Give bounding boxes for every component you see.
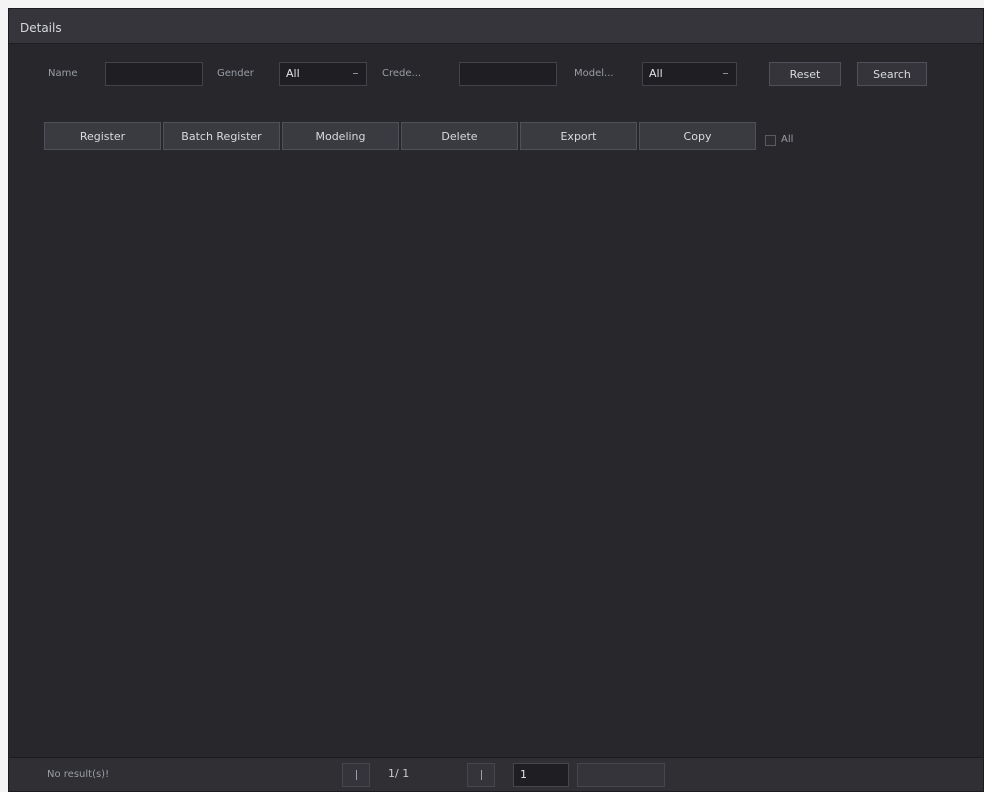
modeling-select[interactable]: All [642,62,737,86]
name-label: Name [48,68,78,79]
copy-button[interactable]: Copy [639,122,756,150]
export-button[interactable]: Export [520,122,637,150]
goto-page-input[interactable]: 1 [513,763,569,787]
page-indicator: 1/ 1 [388,767,410,780]
modeling-select-value: All [649,67,663,80]
gender-label: Gender [217,68,254,79]
next-page-icon [481,770,482,780]
result-status: No result(s)! [47,769,110,780]
prev-page-button[interactable] [342,763,370,787]
reset-button[interactable]: Reset [769,62,841,86]
prev-page-icon [356,770,357,780]
select-all-label: All [781,134,794,145]
search-button[interactable]: Search [857,62,927,86]
chevron-down-icon [723,73,728,74]
credential-label: Crede... [382,68,422,79]
window-title: Details [20,21,62,35]
next-page-button[interactable] [467,763,495,787]
chevron-down-icon [353,73,358,74]
results-list [9,174,983,759]
details-window: Details Name Gender All Crede... Model..… [8,8,984,792]
register-button[interactable]: Register [44,122,161,150]
title-bar: Details [9,9,983,44]
goto-page-button[interactable] [577,763,665,787]
credential-input[interactable] [459,62,557,86]
modeling-label: Model... [574,68,614,79]
modeling-button[interactable]: Modeling [282,122,399,150]
select-all-checkbox[interactable] [765,135,776,146]
name-input[interactable] [105,62,203,86]
batch-register-button[interactable]: Batch Register [163,122,280,150]
delete-button[interactable]: Delete [401,122,518,150]
gender-select-value: All [286,67,300,80]
pagination-bar: No result(s)! 1/ 1 1 [9,757,983,791]
gender-select[interactable]: All [279,62,367,86]
